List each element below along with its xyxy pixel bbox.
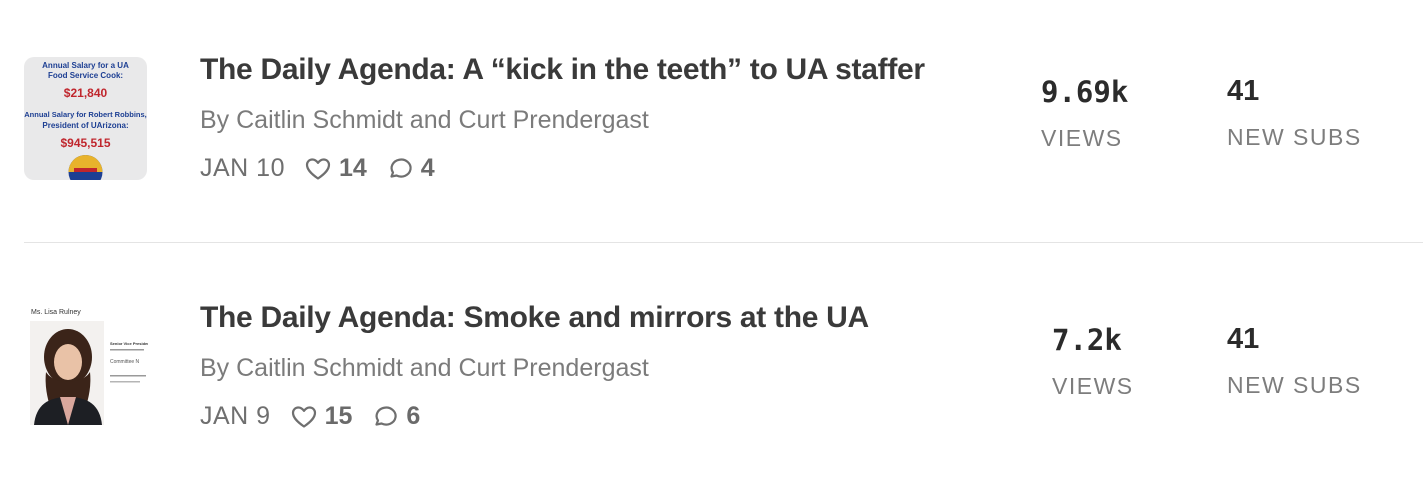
post-meta: JAN 10 14 4 (200, 154, 435, 183)
svg-text:Ms. Lisa Rulney: Ms. Lisa Rulney (31, 309, 81, 316)
post-row[interactable]: Annual Salary for a UA Food Service Cook… (0, 20, 1423, 230)
new-subs-stat: 41 NEW SUBS (1227, 323, 1362, 399)
svg-text:$21,840: $21,840 (64, 86, 108, 100)
new-subs-stat: 41 NEW SUBS (1227, 75, 1362, 151)
post-date: JAN 9 (200, 402, 271, 430)
svg-text:Committee N: Committee N (110, 359, 140, 365)
heart-icon[interactable] (291, 405, 317, 429)
salary-comparison-image: Annual Salary for a UA Food Service Cook… (24, 57, 147, 180)
views-label: VIEWS (1041, 125, 1123, 151)
heart-icon[interactable] (305, 157, 331, 181)
post-thumbnail[interactable]: Annual Salary for a UA Food Service Cook… (24, 57, 147, 180)
views-stat: 9.69k VIEWS (1041, 75, 1128, 152)
svg-text:Senior Vice President: Senior Vice President (110, 341, 148, 346)
likes-count: 15 (324, 402, 353, 430)
likes-count: 14 (338, 154, 367, 182)
svg-text:Annual Salary for Robert Robbi: Annual Salary for Robert Robbins, (24, 110, 147, 119)
post-thumbnail[interactable]: Ms. Lisa Rulney Senior Vice President Co… (24, 305, 148, 435)
person-portrait-image: Ms. Lisa Rulney Senior Vice President Co… (24, 305, 148, 435)
post-row[interactable]: Ms. Lisa Rulney Senior Vice President Co… (0, 268, 1423, 478)
svg-text:Food Service Cook:: Food Service Cook: (48, 71, 123, 80)
comments-count: 4 (420, 154, 435, 182)
post-title[interactable]: The Daily Agenda: Smoke and mirrors at t… (200, 301, 869, 335)
views-stat: 7.2k VIEWS (1052, 323, 1134, 400)
post-title[interactable]: The Daily Agenda: A “kick in the teeth” … (200, 53, 925, 87)
new-subs-label: NEW SUBS (1227, 124, 1362, 150)
svg-text:$945,515: $945,515 (60, 136, 110, 150)
views-value: 7.2k (1052, 323, 1122, 357)
new-subs-label: NEW SUBS (1227, 372, 1362, 398)
post-date: JAN 10 (200, 154, 285, 182)
svg-text:Annual Salary for a UA: Annual Salary for a UA (42, 61, 129, 70)
row-divider (24, 242, 1423, 243)
post-byline: By Caitlin Schmidt and Curt Prendergast (200, 106, 649, 134)
comment-icon[interactable] (372, 405, 398, 429)
views-label: VIEWS (1052, 373, 1134, 399)
comment-icon[interactable] (387, 157, 413, 181)
new-subs-value: 41 (1227, 323, 1260, 355)
comments-count: 6 (406, 402, 421, 430)
views-value: 9.69k (1041, 75, 1129, 109)
post-byline: By Caitlin Schmidt and Curt Prendergast (200, 354, 649, 382)
svg-text:President of UArizona:: President of UArizona: (42, 121, 128, 130)
post-meta: JAN 9 15 6 (200, 402, 420, 431)
new-subs-value: 41 (1227, 75, 1260, 107)
